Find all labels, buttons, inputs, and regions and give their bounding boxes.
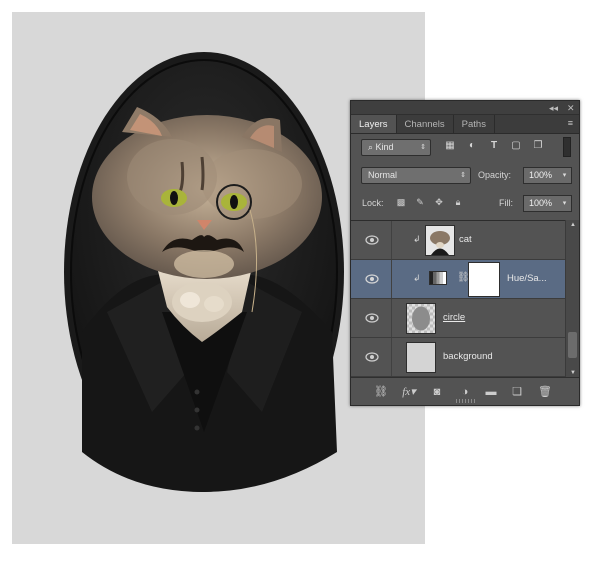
trash-icon[interactable]: 🗑︎: [537, 385, 553, 399]
updown-icon: ⇕: [420, 144, 426, 151]
mask-icon[interactable]: ◙: [429, 385, 445, 399]
visibility-eye-icon[interactable]: [365, 312, 379, 324]
fill-label: Fill:: [499, 198, 513, 208]
kind-filter-label: Kind: [375, 142, 394, 152]
image-filter-icon[interactable]: ▦: [443, 139, 457, 153]
folder-icon[interactable]: ▬: [483, 385, 499, 399]
lock-label: Lock:: [362, 198, 384, 208]
opacity-label: Opacity:: [478, 170, 512, 180]
lock-paint-icon[interactable]: ✎: [414, 196, 426, 208]
layer-name: Hue/Sa...: [507, 273, 547, 284]
lock-position-icon[interactable]: ✥: [433, 196, 445, 208]
clipping-arrow-icon: ↲: [413, 234, 421, 244]
lock-row: Lock: ▩ ✎ ✥ 🔒︎ Fill: 100% ▾: [351, 190, 579, 218]
type-filter-icon[interactable]: T: [487, 139, 501, 153]
tab-channels[interactable]: Channels: [397, 115, 454, 133]
panel-header: ◂◂ ✕: [351, 101, 579, 115]
layer-mask-thumbnail[interactable]: [468, 262, 500, 297]
column-divider: [391, 338, 392, 376]
column-divider: [391, 260, 392, 298]
fx-label: fx: [402, 386, 411, 398]
layers-list: ↲ cat ↲ ⛓ Hue/Sa... circle background: [351, 220, 565, 378]
lock-transparency-icon[interactable]: ▩: [395, 196, 407, 208]
layer-thumbnail: [406, 342, 436, 373]
layer-row-circle[interactable]: circle: [351, 299, 565, 338]
column-divider: [391, 221, 392, 259]
layers-panel: ◂◂ ✕ Layers Channels Paths ≡ ⌕ Kind ⇕ ▦ …: [350, 100, 580, 406]
layer-row-hue-saturation[interactable]: ↲ ⛓ Hue/Sa...: [351, 260, 565, 299]
blend-row: Normal ⇕ Opacity: 100% ▾: [351, 162, 579, 190]
new-layer-icon[interactable]: ❏: [509, 385, 525, 399]
mask-link-icon[interactable]: ⛓: [457, 272, 470, 283]
layer-row-cat[interactable]: ↲ cat: [351, 221, 565, 260]
layer-thumbnail: [406, 303, 436, 334]
layer-name: background: [443, 351, 493, 362]
scroll-up-icon[interactable]: ▲: [566, 220, 580, 230]
blend-mode-value: Normal: [368, 170, 398, 180]
layer-row-background[interactable]: background: [351, 338, 565, 377]
lock-all-icon[interactable]: 🔒︎: [452, 196, 464, 208]
visibility-eye-icon[interactable]: [365, 234, 379, 246]
opacity-input[interactable]: 100%: [523, 167, 559, 184]
tab-layers[interactable]: Layers: [351, 115, 397, 133]
layer-name: cat: [459, 234, 472, 245]
panel-menu-icon[interactable]: ≡: [568, 118, 573, 128]
filter-row: ⌕ Kind ⇕ ▦ ◐ T ▢ ❐: [351, 134, 579, 162]
layer-name: circle: [443, 312, 466, 323]
search-icon: ⌕: [368, 142, 376, 152]
smart-object-filter-icon[interactable]: ❐: [531, 139, 545, 153]
opacity-dropdown-icon[interactable]: ▾: [558, 167, 572, 184]
scroll-thumb[interactable]: [568, 332, 577, 358]
clipping-arrow-icon: ↲: [413, 273, 421, 283]
resize-grip[interactable]: [456, 399, 476, 403]
column-divider: [391, 299, 392, 337]
filter-toggle-switch[interactable]: [563, 137, 571, 157]
panel-tabs: Layers Channels Paths ≡: [351, 115, 579, 134]
adjustment-filter-icon[interactable]: ◐: [465, 139, 479, 153]
tab-paths[interactable]: Paths: [454, 115, 495, 133]
kind-filter-select[interactable]: ⌕ Kind ⇕: [361, 139, 431, 156]
blend-mode-select[interactable]: Normal ⇕: [361, 167, 471, 184]
link-icon[interactable]: ⛓: [373, 385, 389, 399]
close-panel-button[interactable]: ✕: [567, 102, 575, 114]
adjustment-icon[interactable]: ◑: [457, 385, 473, 399]
fill-dropdown-icon[interactable]: ▾: [558, 195, 572, 212]
hue-saturation-adjustment-icon: [429, 271, 447, 285]
fill-input[interactable]: 100%: [523, 195, 559, 212]
layers-bottom-toolbar: ⛓ fx▾ ◙ ◑ ▬ ❏ 🗑︎: [351, 377, 579, 405]
shape-filter-icon[interactable]: ▢: [509, 139, 523, 153]
collapse-panel-button[interactable]: ◂◂: [549, 102, 558, 114]
visibility-eye-icon[interactable]: [365, 273, 379, 285]
visibility-eye-icon[interactable]: [365, 351, 379, 363]
layers-scrollbar[interactable]: ▲ ▼: [565, 220, 579, 378]
updown-icon: ⇕: [460, 172, 466, 179]
fx-icon[interactable]: fx▾: [401, 385, 417, 399]
layer-thumbnail: [425, 225, 455, 256]
